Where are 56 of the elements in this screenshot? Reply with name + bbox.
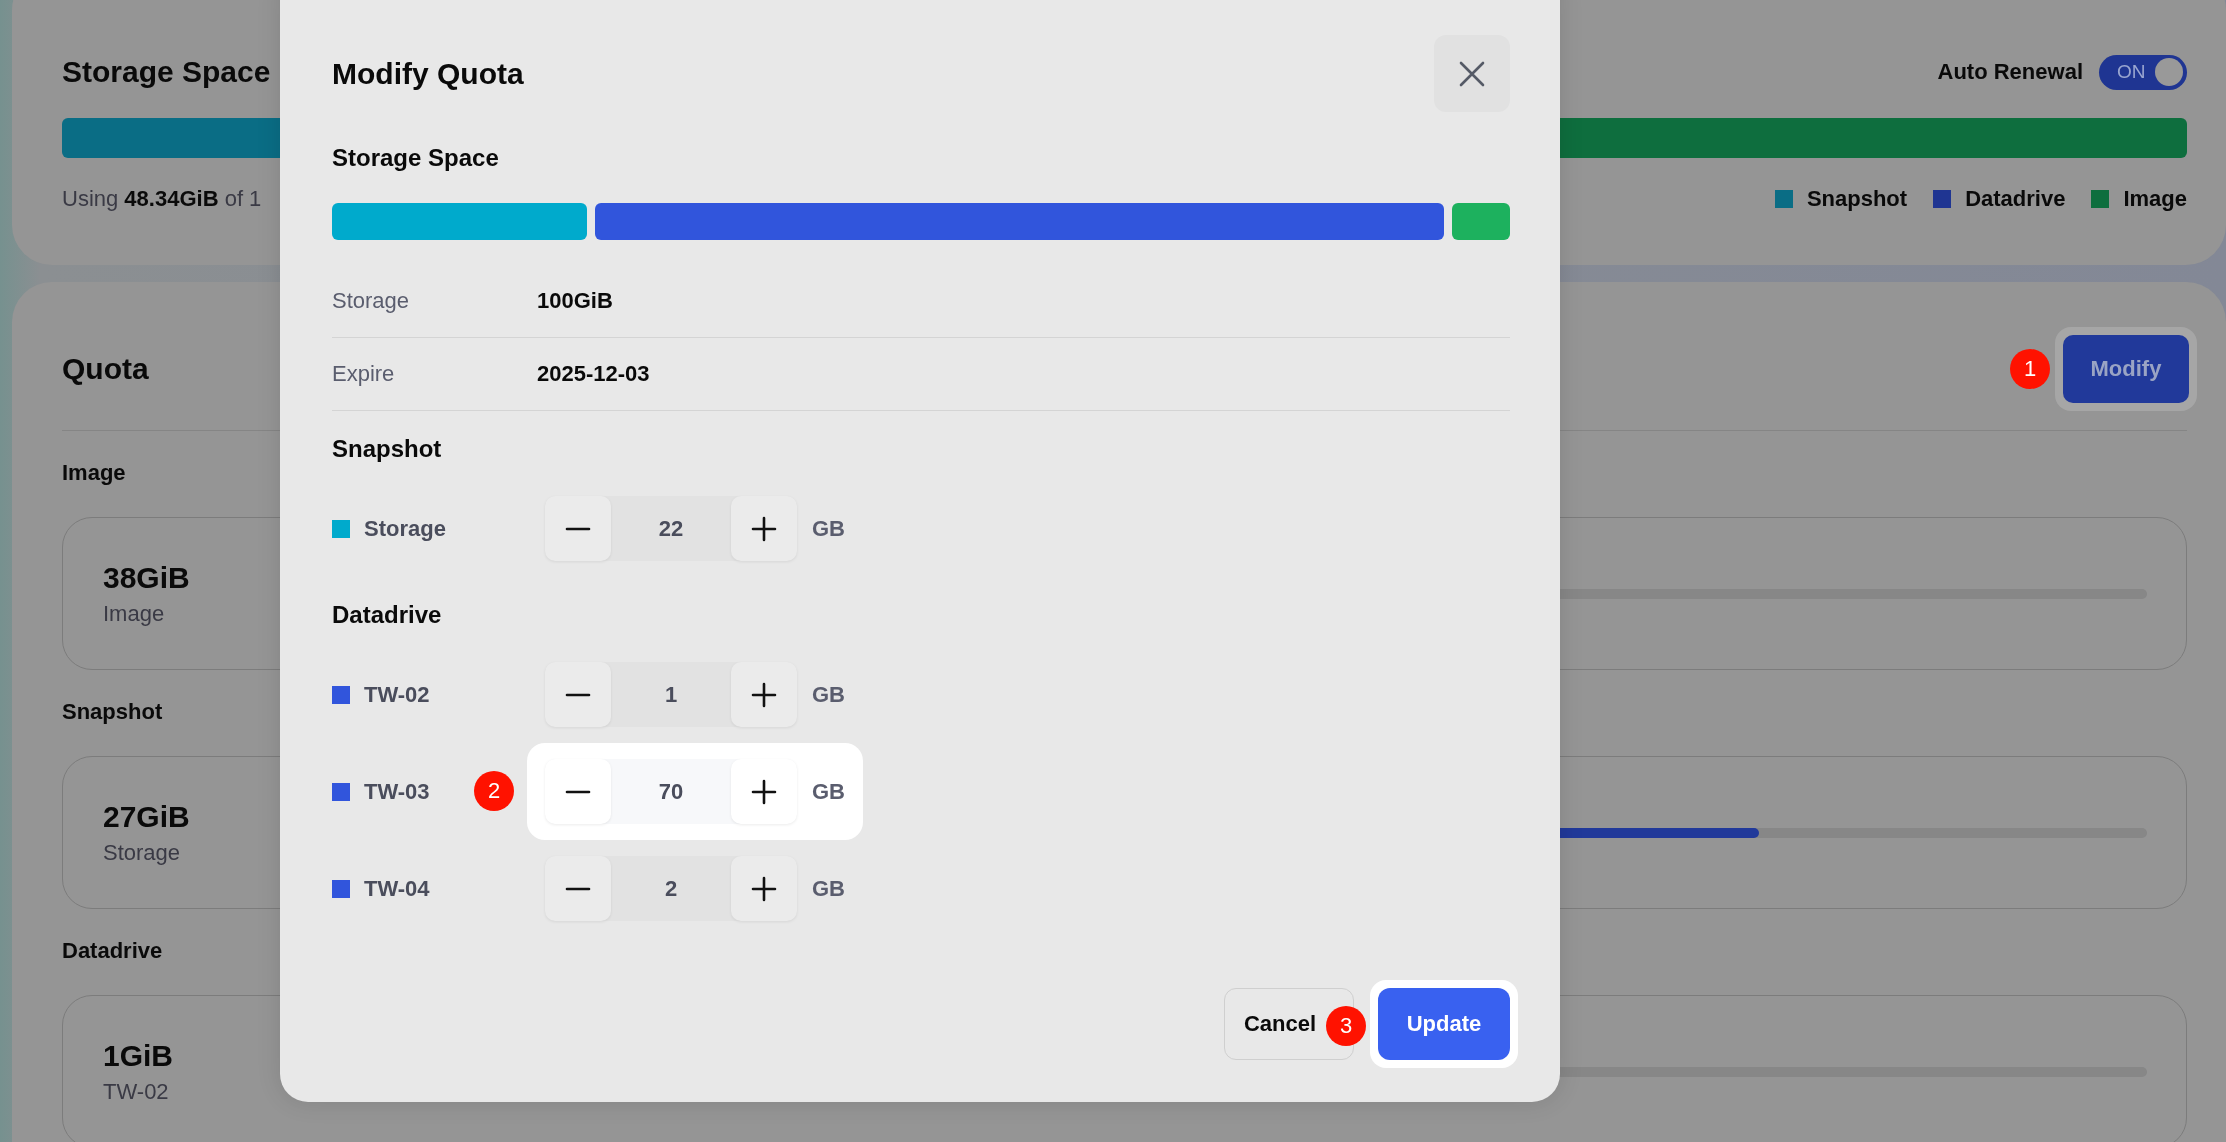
usage-value: 27GiB	[103, 799, 191, 834]
section-heading: Snapshot	[332, 435, 443, 464]
increment-button[interactable]	[731, 856, 797, 921]
legend-label: Image	[2123, 186, 2187, 212]
card-title: Quota	[62, 352, 149, 386]
unit-label: GB	[812, 681, 845, 708]
update-button[interactable]: Update	[1378, 988, 1510, 1060]
detail-label: Storage	[332, 288, 411, 314]
detail-value: 2025-12-03	[537, 361, 650, 387]
group-label: Snapshot	[62, 699, 164, 725]
quota-label: Storage	[364, 515, 446, 542]
unit-label: GB	[812, 875, 845, 902]
dialog-title: Modify Quota	[332, 56, 524, 91]
usage-caption: TW-02	[103, 1078, 170, 1105]
legend-label: Snapshot	[1806, 186, 1908, 212]
quantity-value[interactable]: 70	[611, 778, 731, 805]
quota-label: TW-02	[364, 681, 430, 708]
section-heading: Storage Space	[332, 144, 500, 173]
plus-icon	[751, 681, 777, 708]
legend-label: Datadrive	[1965, 186, 2066, 212]
group-label: Datadrive	[62, 938, 164, 964]
plus-icon	[751, 515, 777, 542]
usage-text: Using 48.34GiB of 1	[62, 186, 262, 212]
group-label: Image	[62, 460, 127, 486]
auto-renewal-toggle[interactable]: ON	[2099, 54, 2187, 90]
plus-icon	[751, 875, 777, 902]
minus-icon	[565, 789, 591, 794]
increment-button[interactable]	[731, 759, 797, 824]
plus-icon	[751, 778, 777, 805]
usage-caption: Storage	[103, 839, 182, 866]
step-badge: 1	[2010, 349, 2050, 389]
close-button[interactable]	[1434, 35, 1510, 112]
quota-label: TW-03	[364, 778, 430, 805]
auto-renewal-label: Auto Renewal	[1937, 59, 2083, 85]
detail-label: Expire	[332, 361, 396, 387]
unit-label: GB	[812, 515, 845, 542]
usage-value: 38GiB	[103, 560, 191, 595]
quantity-value[interactable]: 22	[611, 515, 731, 542]
usage-value: 1GiB	[103, 1038, 175, 1073]
quantity-value[interactable]: 1	[611, 681, 731, 708]
minus-icon	[565, 692, 591, 697]
section-heading: Datadrive	[332, 601, 443, 630]
modify-button[interactable]: Modify	[2063, 335, 2189, 403]
minus-icon	[565, 526, 591, 531]
quota-label: TW-04	[364, 875, 430, 902]
minus-icon	[565, 886, 591, 891]
usage-caption: Image	[103, 600, 166, 627]
step-badge: 2	[474, 771, 514, 811]
increment-button[interactable]	[731, 662, 797, 727]
unit-label: GB	[812, 778, 845, 805]
close-icon	[1459, 60, 1485, 87]
increment-button[interactable]	[731, 496, 797, 561]
card-title: Storage Space	[62, 55, 271, 89]
step-badge: 3	[1326, 1006, 1366, 1046]
quantity-value[interactable]: 2	[611, 875, 731, 902]
detail-value: 100GiB	[537, 288, 613, 314]
